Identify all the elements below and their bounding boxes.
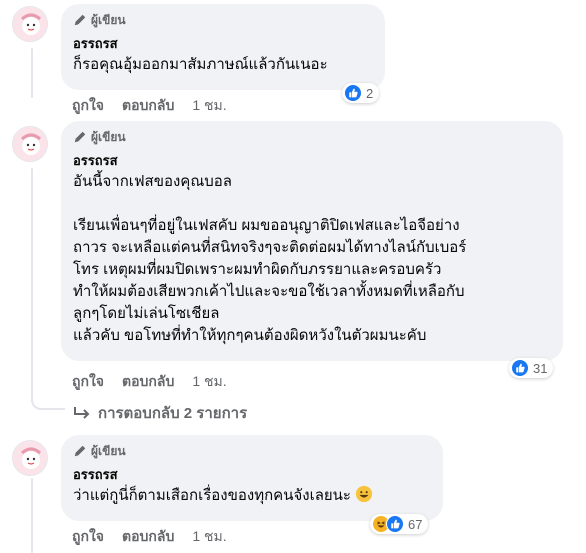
author-name[interactable]: อรรถรส (73, 153, 551, 169)
grinning-face-emoji-icon (355, 485, 373, 503)
reaction-count: 2 (366, 85, 374, 101)
author-badge: ผู้เขียน (73, 12, 373, 28)
author-name[interactable]: อรรถรส (73, 467, 431, 483)
comment-actions: ถูกใจ ตอบกลับ 1 ชม. (72, 371, 227, 393)
reply-button[interactable]: ตอบกลับ (122, 95, 174, 117)
thread-line (31, 168, 33, 388)
reaction-summary[interactable]: 67 (370, 514, 429, 534)
author-name[interactable]: อรรถรส (73, 36, 373, 52)
timestamp[interactable]: 1 ชม. (192, 526, 226, 548)
like-icon (386, 515, 404, 533)
avatar[interactable] (12, 6, 48, 42)
reaction-count: 31 (533, 360, 548, 376)
author-badge-label: ผู้เขียน (91, 12, 126, 27)
comment-bubble: ผู้เขียน อรรถรส อันนี้จากเฟสของคุณบอล เร… (61, 121, 563, 361)
view-replies-link[interactable]: การตอบกลับ 2 รายการ (72, 401, 247, 425)
timestamp[interactable]: 1 ชม. (192, 371, 226, 393)
author-badge-label: ผู้เขียน (91, 443, 126, 458)
reply-arrow-icon (74, 407, 90, 419)
reaction-summary[interactable]: 31 (509, 358, 554, 378)
reply-button[interactable]: ตอบกลับ (122, 371, 174, 393)
reply-connector (31, 386, 65, 410)
timestamp[interactable]: 1 ชม. (192, 95, 226, 117)
like-button[interactable]: ถูกใจ (72, 95, 104, 117)
reply-button[interactable]: ตอบกลับ (122, 526, 174, 548)
comment-text: ก็รอคุณอุ้มออกมาสัมภาษณ์แล้วกันเนอะ (73, 56, 328, 73)
comment-text: ว่าแต่กูนี่ก็ตามเสือกเรื่องของทุกคนจังเล… (73, 485, 431, 507)
pen-icon (74, 14, 86, 26)
thread-line (31, 478, 33, 553)
comment-actions: ถูกใจ ตอบกลับ 1 ชม. (72, 95, 227, 117)
author-badge: ผู้เขียน (73, 443, 431, 459)
avatar[interactable] (12, 440, 48, 476)
like-icon (511, 359, 529, 377)
thread-line (31, 48, 33, 98)
author-badge-label: ผู้เขียน (91, 129, 126, 144)
reaction-count: 67 (408, 516, 423, 532)
like-button[interactable]: ถูกใจ (72, 371, 104, 393)
author-badge: ผู้เขียน (73, 129, 551, 145)
view-replies-label: การตอบกลับ 2 รายการ (98, 405, 248, 422)
avatar[interactable] (12, 126, 48, 162)
pen-icon (74, 445, 86, 457)
comment-text-body: ว่าแต่กูนี่ก็ตามเสือกเรื่องของทุกคนจังเล… (73, 487, 351, 504)
reaction-summary[interactable]: 2 (342, 83, 380, 103)
comment-actions: ถูกใจ ตอบกลับ 1 ชม. (72, 526, 227, 548)
comment-text: อันนี้จากเฟสของคุณบอล เรียนเพื่อนๆที่อยู… (73, 173, 467, 344)
comment-bubble: ผู้เขียน อรรถรส ก็รอคุณอุ้มออกมาสัมภาษณ์… (61, 4, 385, 90)
comment-bubble: ผู้เขียน อรรถรส ว่าแต่กูนี่ก็ตามเสือกเรื… (61, 435, 443, 521)
pen-icon (74, 131, 86, 143)
like-button[interactable]: ถูกใจ (72, 526, 104, 548)
like-icon (344, 84, 362, 102)
